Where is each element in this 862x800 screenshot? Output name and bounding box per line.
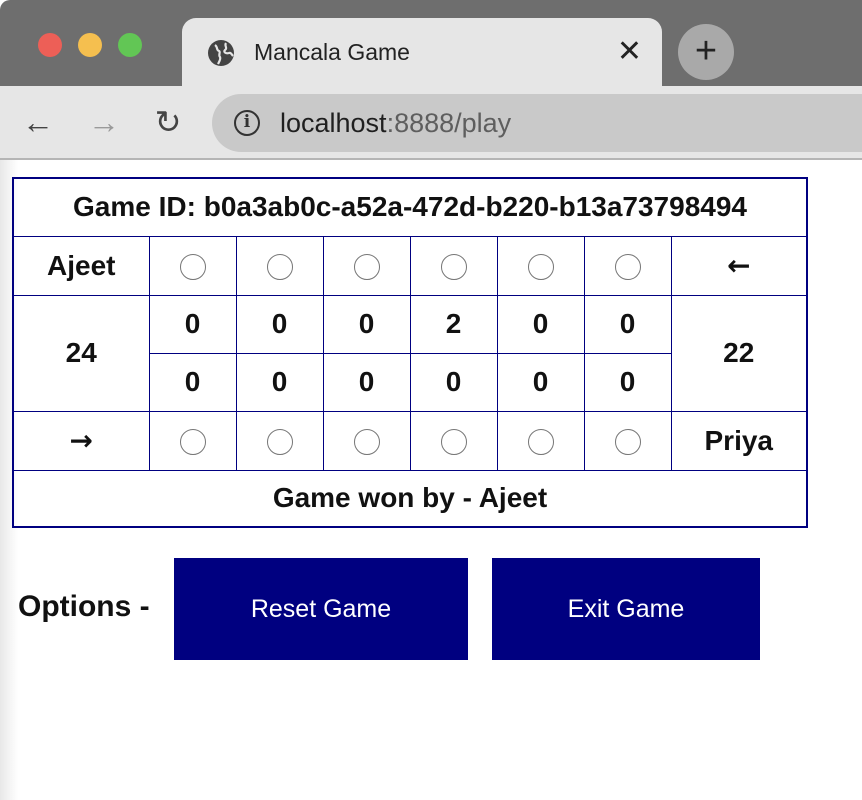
- radio-button[interactable]: [179, 429, 206, 456]
- minimize-window-button[interactable]: [78, 33, 102, 57]
- top-pit-radio-3[interactable]: [322, 235, 411, 296]
- radio-button[interactable]: [440, 254, 467, 281]
- radio-button[interactable]: [440, 429, 467, 456]
- bottom-pit-radio-6[interactable]: [583, 410, 672, 471]
- options-label: Options -: [18, 590, 150, 623]
- forward-arrow-icon[interactable]: →: [88, 104, 120, 140]
- browser-tab-bar: Mancala Game ✕ +: [0, 0, 862, 86]
- bottom-pit-count: 0: [409, 352, 498, 412]
- top-pit-count: 0: [583, 294, 672, 354]
- reset-game-button[interactable]: Reset Game: [174, 558, 468, 660]
- radio-button[interactable]: [353, 429, 380, 456]
- back-arrow-icon[interactable]: ←: [22, 104, 54, 140]
- radio-button[interactable]: [614, 429, 641, 456]
- bottom-pit-radio-4[interactable]: [409, 410, 498, 471]
- plus-icon[interactable]: +: [678, 24, 734, 80]
- top-pit-radio-5[interactable]: [496, 235, 585, 296]
- top-player-name: Ajeet: [12, 235, 150, 296]
- maximize-window-button[interactable]: [118, 33, 142, 57]
- game-id-title: Game ID: b0a3ab0c-a52a-472d-b220-b13a737…: [12, 177, 808, 237]
- tab-title: Mancala Game: [254, 39, 410, 65]
- url-text[interactable]: localhost:8888/play: [280, 107, 511, 139]
- mancala-board: Game ID: b0a3ab0c-a52a-472d-b220-b13a737…: [12, 177, 808, 528]
- top-pit-count: 2: [409, 294, 498, 354]
- bottom-pit-count: 0: [322, 352, 411, 412]
- top-pit-radio-2[interactable]: [235, 235, 324, 296]
- top-pit-radio-4[interactable]: [409, 235, 498, 296]
- bottom-pit-radio-2[interactable]: [235, 410, 324, 471]
- right-store-count: 22: [670, 294, 808, 412]
- browser-toolbar: ← → ↻ i localhost:8888/play: [0, 86, 862, 160]
- bottom-pit-count: 0: [235, 352, 324, 412]
- radio-button[interactable]: [614, 254, 641, 281]
- page-content: Game ID: b0a3ab0c-a52a-472d-b220-b13a737…: [0, 160, 862, 800]
- info-icon[interactable]: i: [234, 110, 260, 136]
- left-arrow-icon: ←: [670, 235, 808, 296]
- top-pit-count: 0: [235, 294, 324, 354]
- top-pit-count: 0: [322, 294, 411, 354]
- reload-icon[interactable]: ↻: [152, 104, 184, 140]
- globe-icon: [208, 40, 234, 66]
- close-icon[interactable]: ✕: [617, 35, 642, 69]
- radio-button[interactable]: [527, 254, 554, 281]
- close-window-button[interactable]: [38, 33, 62, 57]
- address-bar[interactable]: i localhost:8888/play: [212, 94, 862, 152]
- bottom-player-name: Priya: [670, 410, 808, 471]
- top-pit-radio-6[interactable]: [583, 235, 672, 296]
- url-host: localhost: [280, 108, 387, 138]
- bottom-pit-count: 0: [583, 352, 672, 412]
- bottom-pit-radio-5[interactable]: [496, 410, 585, 471]
- bottom-pit-count: 0: [496, 352, 585, 412]
- bottom-pit-count: 0: [148, 352, 237, 412]
- radio-button[interactable]: [353, 254, 380, 281]
- radio-button[interactable]: [179, 254, 206, 281]
- exit-game-button[interactable]: Exit Game: [492, 558, 760, 660]
- url-path: :8888/play: [386, 108, 512, 138]
- radio-button[interactable]: [266, 254, 293, 281]
- bottom-pit-radio-1[interactable]: [148, 410, 237, 471]
- right-arrow-icon: →: [12, 410, 150, 471]
- top-pit-count: 0: [148, 294, 237, 354]
- top-pit-radio-1[interactable]: [148, 235, 237, 296]
- radio-button[interactable]: [266, 429, 293, 456]
- game-result: Game won by - Ajeet: [12, 469, 808, 528]
- radio-button[interactable]: [527, 429, 554, 456]
- browser-tab[interactable]: Mancala Game ✕: [182, 18, 662, 86]
- left-store-count: 24: [12, 294, 150, 412]
- top-pit-count: 0: [496, 294, 585, 354]
- bottom-pit-radio-3[interactable]: [322, 410, 411, 471]
